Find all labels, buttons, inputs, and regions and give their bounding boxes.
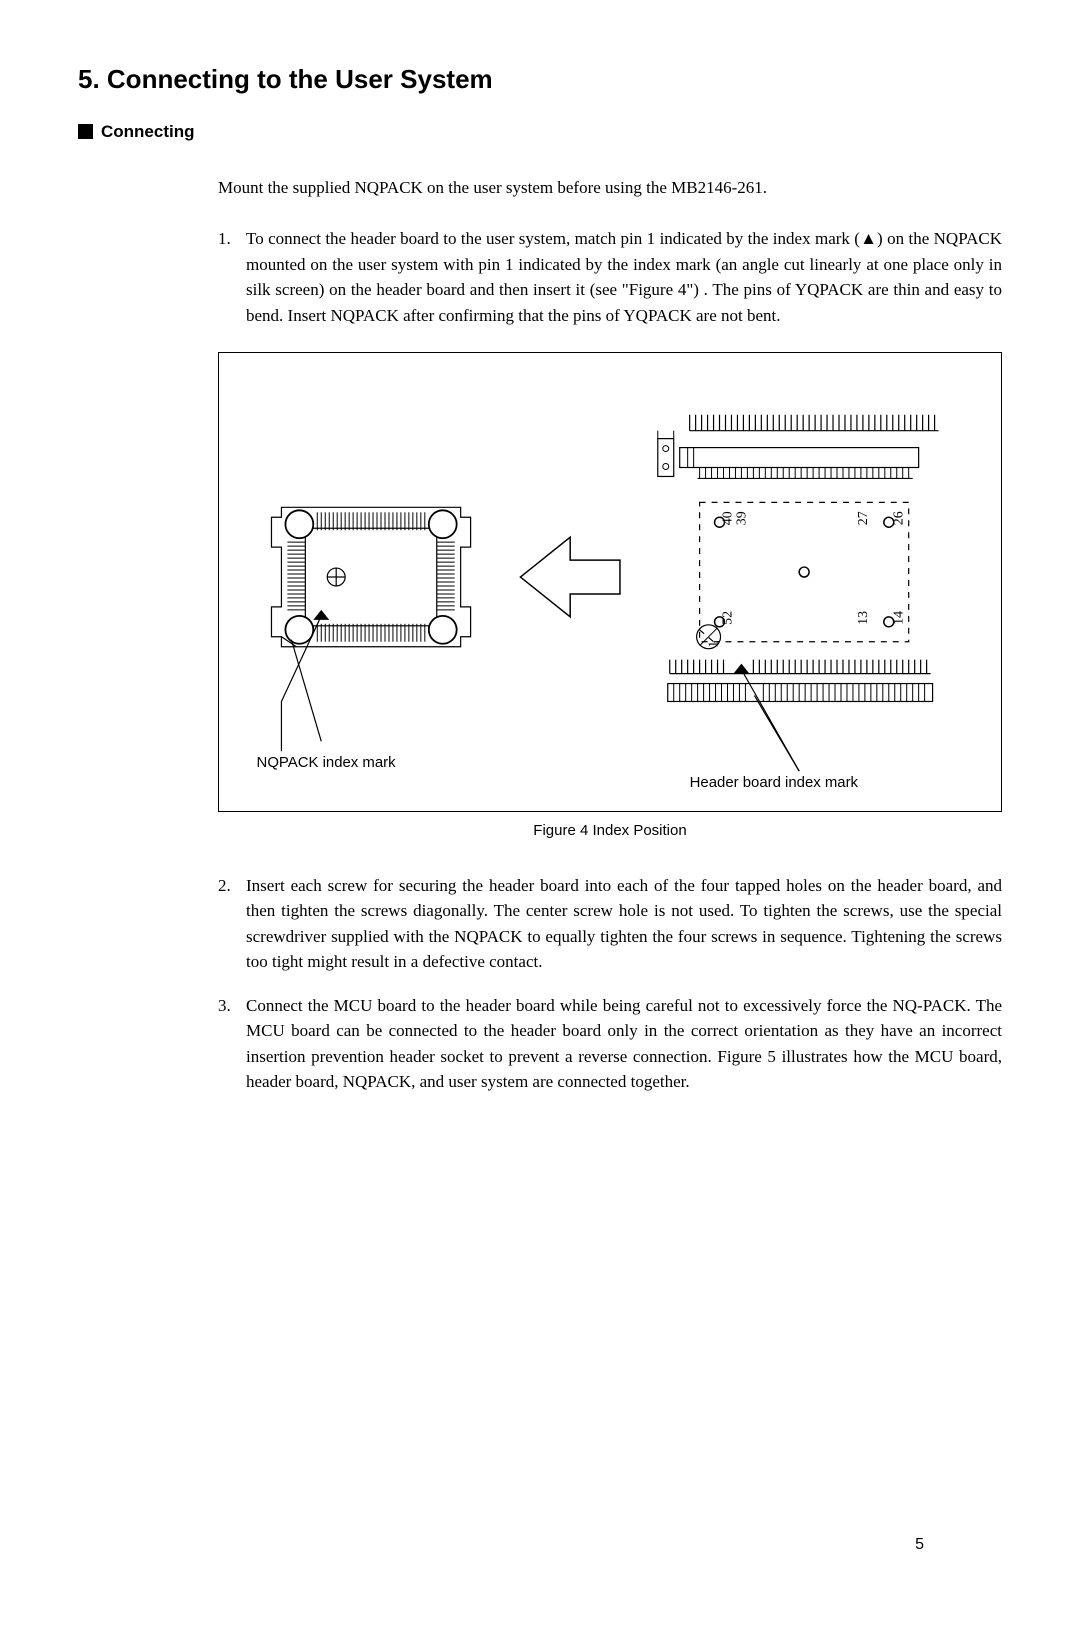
section-title: 5. Connecting to the User System — [78, 60, 1002, 99]
subheading: Connecting — [78, 119, 1002, 145]
pin-26: 26 — [892, 511, 907, 525]
step-number: 3. — [218, 993, 246, 1095]
step-2: 2. Insert each screw for securing the he… — [218, 873, 1002, 975]
step-text: Connect the MCU board to the header boar… — [246, 993, 1002, 1095]
pin-14: 14 — [892, 611, 907, 625]
pin-52: 52 — [720, 611, 735, 625]
step-number: 2. — [218, 873, 246, 975]
header-board-label: Header board index mark — [690, 774, 859, 791]
step-text: Insert each screw for securing the heade… — [246, 873, 1002, 975]
nqpack-label: NQPACK index mark — [257, 754, 397, 771]
intro-paragraph: Mount the supplied NQPACK on the user sy… — [218, 175, 1002, 201]
pin-13: 13 — [856, 611, 871, 625]
figure-caption: Figure 4 Index Position — [218, 820, 1002, 843]
nqpack-assembly — [271, 507, 470, 646]
pin-27: 27 — [856, 511, 871, 525]
step-3: 3. Connect the MCU board to the header b… — [218, 993, 1002, 1095]
arrow-icon — [520, 537, 620, 617]
square-bullet-icon — [78, 124, 93, 139]
subheading-text: Connecting — [101, 122, 195, 141]
page-number: 5 — [915, 1533, 924, 1557]
figure-4: 40 39 27 26 52 1 13 14 — [218, 352, 1002, 812]
pin-40: 40 — [720, 511, 735, 525]
step-1: 1. To connect the header board to the us… — [218, 226, 1002, 328]
step-number: 1. — [218, 226, 246, 328]
figure-svg: 40 39 27 26 52 1 13 14 — [219, 353, 1001, 811]
pin-39: 39 — [734, 511, 749, 525]
header-board-assembly: 40 39 27 26 52 1 13 14 — [658, 415, 939, 702]
step-text: To connect the header board to the user … — [246, 226, 1002, 328]
